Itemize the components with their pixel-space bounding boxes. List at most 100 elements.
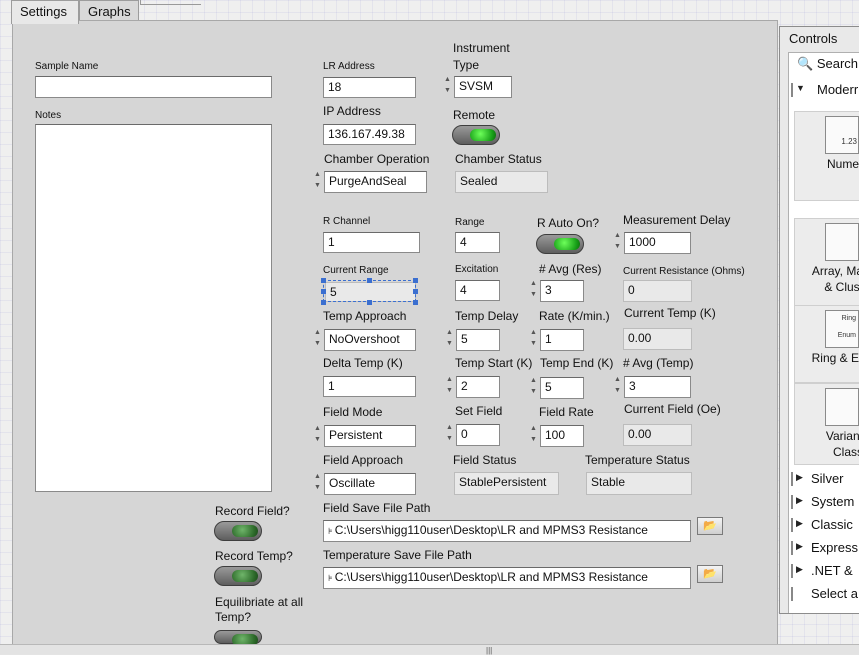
field-save-browse-button[interactable]: 📂 <box>697 517 723 535</box>
field-save-path-input[interactable]: ⊧ C:\Users\higg110user\Desktop\LR and MPM… <box>323 520 691 542</box>
selection-outline <box>323 280 416 302</box>
rate-input[interactable]: 1 <box>540 329 584 351</box>
temp-start-label: Temp Start (K) <box>455 356 533 370</box>
selection-handle[interactable] <box>367 300 372 305</box>
temp-delay-input[interactable]: 5 <box>456 329 500 351</box>
remote-label: Remote <box>453 108 496 122</box>
notes-label: Notes <box>35 110 62 121</box>
temp-save-browse-button[interactable]: 📂 <box>697 565 723 583</box>
temp-save-path-input[interactable]: ⊧ C:\Users\higg110user\Desktop\LR and MPM… <box>323 567 691 589</box>
notes-textarea[interactable] <box>35 124 272 492</box>
temp-save-path-text: C:\Users\higg110user\Desktop\LR and MPMS… <box>334 570 648 584</box>
field-rate-stepper[interactable]: ▲ ▼ <box>529 424 538 446</box>
palette-item-modern[interactable]: ▼ Moderr <box>789 81 859 99</box>
palette-item-classic[interactable]: ▶ Classic <box>789 516 859 534</box>
palette-item-label: Select a <box>811 586 858 601</box>
tab-settings[interactable]: Settings <box>11 0 79 24</box>
temp-approach-select[interactable]: NoOvershoot <box>324 329 416 351</box>
temp-approach-stepper[interactable]: ▲ ▼ <box>313 328 322 350</box>
selection-handle[interactable] <box>321 289 326 294</box>
avg-temp-stepper[interactable]: ▲ ▼ <box>613 375 622 397</box>
temp-delay-label: Temp Delay <box>455 309 519 323</box>
palette-divider <box>791 518 793 532</box>
ip-address-input[interactable]: 136.167.49.38 <box>323 124 416 145</box>
palette-category-numeric[interactable]: 1.23 Numer <box>794 111 859 201</box>
delta-temp-input[interactable]: 1 <box>323 376 416 397</box>
instrument-type-select[interactable]: SVSM <box>454 76 512 98</box>
path-icon: ⊧ <box>328 526 333 536</box>
palette-search-button[interactable]: 🔍 Search <box>797 56 858 72</box>
palette-item-silver[interactable]: ▶ Silver <box>789 470 859 488</box>
field-rate-input[interactable]: 100 <box>540 425 584 447</box>
set-field-stepper[interactable]: ▲ ▼ <box>445 423 454 445</box>
field-mode-select[interactable]: Persistent <box>324 425 416 447</box>
numeric-icon: 1.23 <box>825 116 859 154</box>
avg-res-stepper[interactable]: ▲ ▼ <box>529 279 538 301</box>
current-field-display: 0.00 <box>623 424 692 446</box>
measurement-delay-stepper[interactable]: ▲ ▼ <box>613 231 622 253</box>
set-field-input[interactable]: 0 <box>456 424 500 446</box>
tab-bar: Settings Graphs <box>0 0 859 24</box>
palette-category-ring-enum[interactable]: Ring Enum Ring & Er <box>794 305 859 383</box>
selection-handle[interactable] <box>413 300 418 305</box>
chamber-operation-stepper[interactable]: ▲ ▼ <box>313 170 322 192</box>
rate-label: Rate (K/min.) <box>539 309 610 323</box>
selection-handle[interactable] <box>367 278 372 283</box>
avg-temp-label: # Avg (Temp) <box>623 356 694 370</box>
triangle-right-icon: ▶ <box>796 541 803 551</box>
palette-divider <box>791 472 793 486</box>
chamber-operation-select[interactable]: PurgeAndSeal <box>324 171 427 193</box>
remote-toggle[interactable] <box>452 125 500 145</box>
enum-icon-text: Enum <box>837 332 856 339</box>
controls-palette: Controls 🔍 Search ▼ Moderr 1.23 Numer Ar… <box>779 26 859 614</box>
rate-stepper[interactable]: ▲ ▼ <box>529 328 538 350</box>
avg-temp-input[interactable]: 3 <box>624 376 691 398</box>
selection-handle[interactable] <box>321 278 326 283</box>
folder-icon: 📂 <box>703 520 717 532</box>
horizontal-scrollbar[interactable] <box>0 644 859 654</box>
current-field-label: Current Field (Oe) <box>624 402 721 416</box>
instrument-type-stepper[interactable]: ▲ ▼ <box>443 75 452 97</box>
temp-end-label: Temp End (K) <box>540 356 614 370</box>
excitation-input[interactable]: 4 <box>455 280 500 301</box>
palette-item-label: Express <box>811 540 858 555</box>
record-temp-label: Record Temp? <box>215 549 293 563</box>
temp-delay-stepper[interactable]: ▲ ▼ <box>445 328 454 350</box>
r-channel-input[interactable]: 1 <box>323 232 420 253</box>
temp-start-input[interactable]: 2 <box>456 376 500 398</box>
record-temp-toggle[interactable] <box>214 566 262 586</box>
palette-item-express[interactable]: ▶ Express <box>789 539 859 557</box>
palette-item-select[interactable]: Select a <box>789 585 859 603</box>
temp-start-stepper[interactable]: ▲ ▼ <box>445 375 454 397</box>
sample-name-input[interactable] <box>35 76 272 98</box>
palette-category-variant-class[interactable]: Variant Class <box>794 383 859 465</box>
field-approach-select[interactable]: Oscillate <box>324 473 416 495</box>
temp-end-stepper[interactable]: ▲ ▼ <box>529 376 538 398</box>
field-mode-label: Field Mode <box>323 405 383 419</box>
avg-res-input[interactable]: 3 <box>540 280 584 302</box>
palette-category-label: Variant <box>825 429 859 443</box>
r-auto-toggle[interactable] <box>536 234 584 254</box>
selection-handle[interactable] <box>413 278 418 283</box>
temp-end-input[interactable]: 5 <box>540 377 584 399</box>
field-mode-stepper[interactable]: ▲ ▼ <box>313 424 322 446</box>
palette-divider <box>791 587 793 601</box>
selection-handle[interactable] <box>413 289 418 294</box>
palette-divider <box>791 83 793 97</box>
field-approach-stepper[interactable]: ▲ ▼ <box>313 472 322 494</box>
measurement-delay-input[interactable]: 1000 <box>624 232 691 254</box>
variant-icon <box>825 388 859 426</box>
equilibriate-toggle[interactable] <box>214 630 262 646</box>
palette-category-array-cluster[interactable]: Array, Ma & Clust <box>794 218 859 306</box>
record-field-toggle[interactable] <box>214 521 262 541</box>
selection-handle[interactable] <box>321 300 326 305</box>
lr-address-input[interactable]: 18 <box>323 77 416 98</box>
palette-item-dotnet[interactable]: ▶ .NET & <box>789 562 859 580</box>
range-input[interactable]: 4 <box>455 232 500 253</box>
ring-icon-text: Ring <box>841 315 856 322</box>
array-icon <box>825 223 859 261</box>
palette-item-system[interactable]: ▶ System <box>789 493 859 511</box>
field-status-display: StablePersistent <box>454 472 559 495</box>
equilibriate-label: Equilibriate at all Temp? <box>215 595 304 624</box>
tab-graphs[interactable]: Graphs <box>79 0 139 22</box>
